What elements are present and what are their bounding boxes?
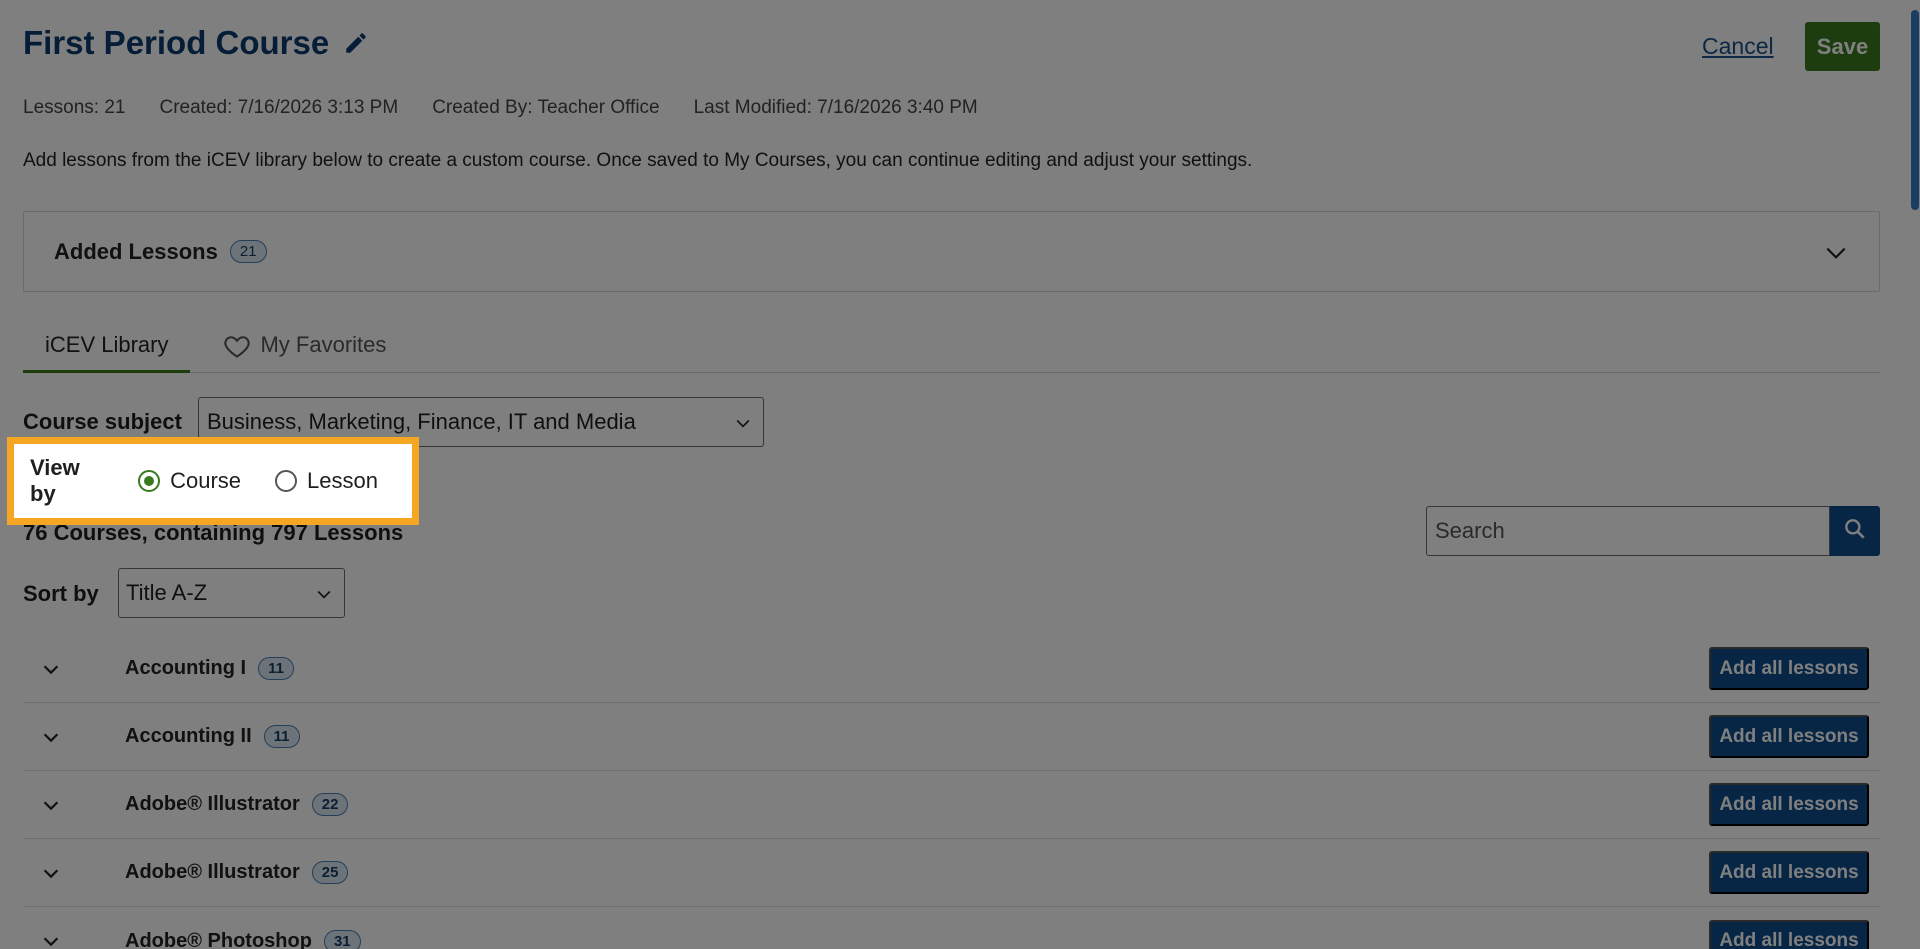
course-meta: Lessons: 21 Created: 7/16/2026 3:13 PM C… xyxy=(23,97,1012,119)
radio-unchecked-icon[interactable] xyxy=(275,470,298,492)
added-lessons-label: Added Lessons xyxy=(54,238,218,264)
search-button[interactable] xyxy=(1830,506,1880,556)
tab-label: iCEV Library xyxy=(45,332,169,357)
add-all-lessons-button[interactable]: Add all lessons xyxy=(1709,919,1869,949)
created-date: Created: 7/16/2026 3:13 PM xyxy=(159,97,399,118)
sort-by-label: Sort by xyxy=(23,581,99,606)
pencil-icon[interactable] xyxy=(343,30,369,56)
scrollbar-thumb[interactable] xyxy=(1911,10,1919,210)
course-title-text: Adobe® Illustrator xyxy=(125,793,300,815)
heart-icon xyxy=(222,332,252,360)
lesson-count-badge: 31 xyxy=(323,929,361,949)
add-all-lessons-button[interactable]: Add all lessons xyxy=(1709,647,1869,690)
chevron-down-icon[interactable] xyxy=(1823,240,1849,266)
scrollbar[interactable] xyxy=(1908,0,1920,949)
lessons-count: Lessons: 21 xyxy=(23,97,126,118)
radio-label: Lesson xyxy=(307,468,378,493)
chevron-down-icon[interactable] xyxy=(40,658,62,680)
search-icon xyxy=(1842,516,1868,547)
search-input[interactable]: Search xyxy=(1426,506,1830,556)
last-modified: Last Modified: 7/16/2026 3:40 PM xyxy=(693,97,978,118)
save-button[interactable]: Save xyxy=(1805,22,1880,71)
tab-label: My Favorites xyxy=(260,332,387,357)
chevron-down-icon[interactable] xyxy=(40,794,62,816)
lesson-count-badge: 11 xyxy=(263,725,300,748)
course-title-text: Accounting I xyxy=(125,657,247,679)
tab-my-favorites[interactable]: My Favorites xyxy=(190,322,408,373)
add-all-lessons-button[interactable]: Add all lessons xyxy=(1709,715,1869,758)
added-lessons-badge: 21 xyxy=(229,240,267,263)
search-placeholder: Search xyxy=(1435,518,1505,543)
course-title-text: Adobe® Illustrator xyxy=(125,861,300,883)
lesson-count-badge: 25 xyxy=(311,861,349,884)
course-title: Adobe® Illustrator 22 xyxy=(125,793,349,816)
course-title: Adobe® Photoshop 31 xyxy=(125,929,361,949)
course-title: Adobe® Illustrator 25 xyxy=(125,861,349,884)
sort-value: Title A-Z xyxy=(126,580,208,605)
add-all-lessons-button[interactable]: Add all lessons xyxy=(1709,783,1869,826)
course-row: Accounting I 11 Add all lessons xyxy=(23,635,1880,703)
course-row: Adobe® Illustrator 25 Add all lessons xyxy=(23,839,1880,907)
lesson-count-badge: 22 xyxy=(311,793,349,816)
intro-text: Add lessons from the iCEV library below … xyxy=(23,150,1253,171)
radio-checked-icon[interactable] xyxy=(138,470,161,492)
library-tabs: iCEV Library My Favorites xyxy=(23,322,1880,373)
lesson-count-badge: 11 xyxy=(258,657,294,680)
chevron-down-icon xyxy=(314,584,334,604)
title-row: First Period Course xyxy=(23,24,369,62)
course-row: Adobe® Illustrator 22 Add all lessons xyxy=(23,771,1880,839)
chevron-down-icon[interactable] xyxy=(40,726,62,748)
added-lessons-panel[interactable]: Added Lessons 21 xyxy=(23,211,1880,292)
course-row: Adobe® Photoshop 31 Add all lessons xyxy=(23,907,1880,949)
cancel-link[interactable]: Cancel xyxy=(1702,33,1774,60)
add-all-lessons-button[interactable]: Add all lessons xyxy=(1709,851,1869,894)
course-title-text: Adobe® Photoshop xyxy=(125,929,312,949)
chevron-down-icon[interactable] xyxy=(40,862,62,884)
radio-label: Course xyxy=(170,468,242,493)
view-by-label: View by xyxy=(30,455,80,506)
view-by-course-radio[interactable]: Course xyxy=(138,468,241,494)
view-by-highlight: View by Course Lesson xyxy=(7,437,419,525)
tab-icev-library[interactable]: iCEV Library xyxy=(23,322,191,373)
course-title-text: Accounting II xyxy=(125,725,252,747)
course-subject-label: Course subject xyxy=(23,409,182,434)
course-title: Accounting I 11 xyxy=(125,657,294,680)
chevron-down-icon[interactable] xyxy=(40,930,62,949)
course-row: Accounting II 11 Add all lessons xyxy=(23,703,1880,771)
chevron-down-icon xyxy=(733,413,753,433)
created-by: Created By: Teacher Office xyxy=(432,97,660,118)
page-title: First Period Course xyxy=(23,24,330,61)
course-builder-page: First Period Course Cancel Save Lessons:… xyxy=(0,0,1920,949)
course-title: Accounting II 11 xyxy=(125,725,300,748)
view-by-lesson-radio[interactable]: Lesson xyxy=(275,468,378,494)
sort-select[interactable]: Title A-Z xyxy=(118,568,345,618)
course-subject-value: Business, Marketing, Finance, IT and Med… xyxy=(207,409,636,434)
